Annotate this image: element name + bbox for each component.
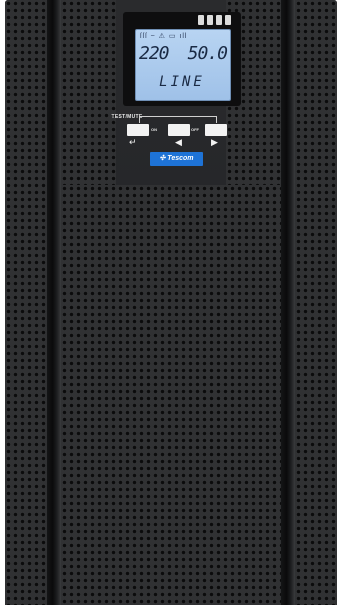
return-arrow-icon: ↵: [129, 137, 137, 147]
status-led: [198, 15, 204, 25]
perforated-panel-upper-left: [61, 0, 116, 185]
select-button[interactable]: [168, 124, 190, 136]
side-perforated-panel-left: [5, 0, 47, 605]
on-label: ON: [151, 127, 157, 132]
lcd-voltage: 220: [139, 43, 169, 64]
status-led: [207, 15, 213, 25]
lcd-display: ſſſ ~ ⚠ ▭ ıll 220 50.0 LINE: [135, 29, 231, 101]
side-perforated-panel-right: [295, 0, 337, 605]
groove-right: [281, 0, 295, 605]
perforated-panel-lower: [61, 185, 281, 605]
tescom-logo: ✣ Tescom: [150, 152, 203, 166]
brand-name: Tescom: [167, 155, 194, 162]
groove-left: [47, 0, 61, 605]
lcd-bezel: ſſſ ~ ⚠ ▭ ıll 220 50.0 LINE: [123, 12, 241, 106]
enter-button[interactable]: [205, 124, 227, 136]
lcd-mode: LINE: [159, 74, 205, 90]
status-led: [225, 15, 231, 25]
off-label: OFF: [191, 127, 199, 132]
lcd-status-icons: ſſſ ~ ⚠ ▭ ıll: [140, 33, 188, 40]
status-led: [216, 15, 222, 25]
right-arrow-icon: ▶: [211, 137, 218, 147]
lcd-frequency: 50.0: [187, 43, 228, 64]
button-bracket: [139, 116, 217, 123]
test-mute-button[interactable]: [127, 124, 149, 136]
lcd-readout: 220 50.0: [139, 42, 228, 66]
status-leds: [198, 15, 231, 25]
control-buttons: ON OFF ↵ ◀ ▶: [125, 116, 229, 150]
ups-tower: ſſſ ~ ⚠ ▭ ıll 220 50.0 LINE TEST/MUTE ON…: [5, 0, 337, 605]
left-arrow-icon: ◀: [175, 137, 182, 147]
